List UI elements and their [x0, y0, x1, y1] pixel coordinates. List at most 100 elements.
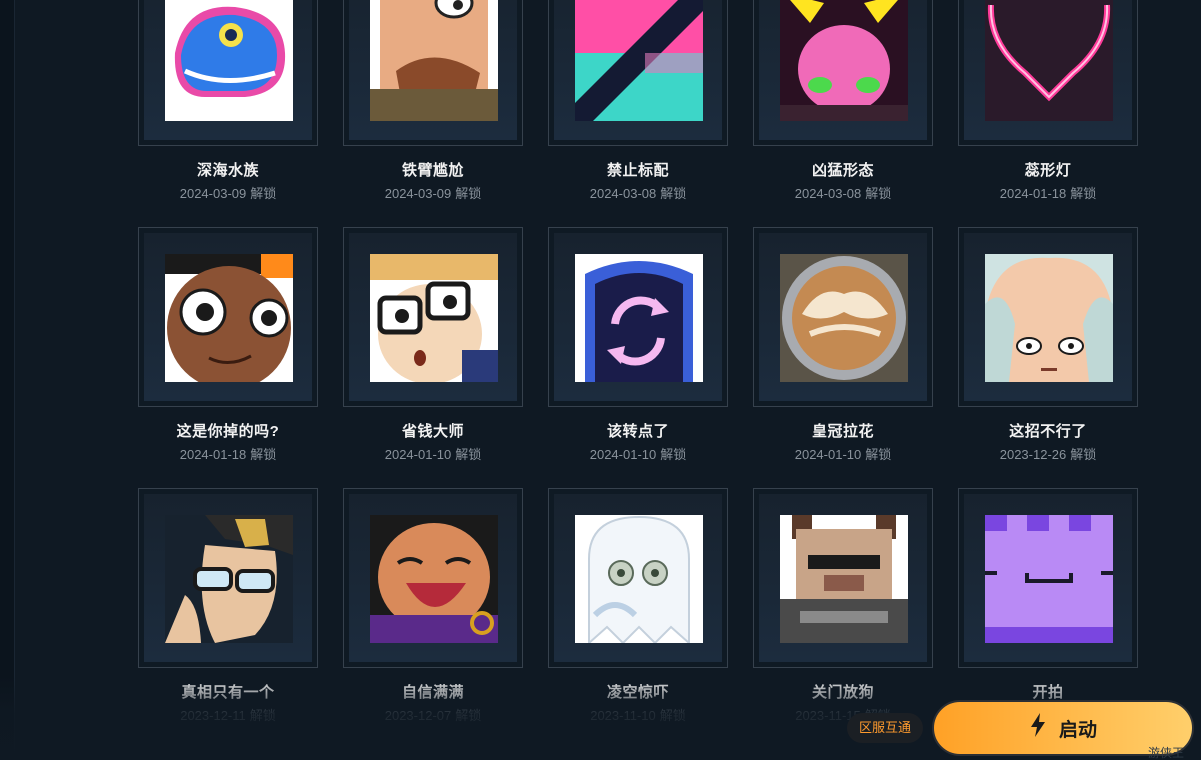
sea-creature-spray-icon [165, 0, 293, 121]
unlock-date: 2023-12-07 解锁 [343, 705, 523, 724]
unlock-date-value: 2024-01-10 [589, 447, 657, 462]
unlock-suffix: 解锁 [660, 447, 687, 462]
spray-card[interactable]: 自信满满 2023-12-07 解锁 [343, 488, 523, 728]
spray-frame [958, 0, 1138, 146]
spray-card[interactable]: 凌空惊吓 2023-11-10 解锁 [548, 488, 728, 728]
launch-button-label: 启动 [1058, 719, 1097, 741]
spray-name: 禁止标配 [606, 162, 669, 179]
spray-card[interactable]: 省钱大师 2024-01-10 解锁 [343, 227, 523, 467]
unlock-date-value: 2024-01-10 [384, 447, 452, 462]
spray-frame [958, 488, 1138, 668]
spray-card[interactable]: 深海水族 2024-03-09 解锁 [138, 0, 318, 206]
unlock-date-value: 2024-03-08 [794, 186, 862, 201]
spray-name: 真相只有一个 [181, 684, 275, 701]
unlock-suffix: 解锁 [659, 708, 686, 723]
unlock-date: 2023-12-26 解锁 [958, 444, 1138, 463]
unlock-date-value: 2024-01-18 [999, 186, 1067, 201]
fierce-slime-spray-icon [780, 0, 908, 121]
spray-card[interactable]: 皇冠拉花 2024-01-10 解锁 [753, 227, 933, 467]
bearded-agent-spray-icon [370, 0, 498, 121]
unlock-suffix: 解锁 [250, 447, 277, 462]
spray-card[interactable]: 禁止标配 2024-03-08 解锁 [548, 0, 728, 206]
unlock-suffix: 解锁 [865, 186, 892, 201]
spray-backdrop [964, 494, 1132, 662]
unlock-date: 2024-03-08 解锁 [548, 183, 728, 202]
spray-frame [343, 227, 523, 407]
detective-agent-spray-icon [165, 515, 293, 643]
rotate-sign-spray-icon [575, 254, 703, 382]
unlock-date-value: 2023-12-11 [180, 708, 246, 723]
spray-backdrop [349, 233, 517, 401]
spray-frame [138, 0, 318, 146]
spray-frame [138, 227, 318, 407]
unlock-date-value: 2024-03-09 [179, 186, 247, 201]
unlock-suffix: 解锁 [865, 447, 892, 462]
spray-card[interactable]: 这是你掉的吗? 2024-01-18 解锁 [138, 227, 318, 467]
spray-card[interactable]: 关门放狗2023-11-15解锁 [753, 488, 933, 728]
laughing-agent-spray-icon [370, 515, 498, 643]
spray-card[interactable]: 这招不行了 2023-12-26 解锁 [958, 227, 1138, 467]
spray-frame [548, 488, 728, 668]
collection-page: 深海水族 2024-03-09 解锁 铁臂尴尬 2024-03-09 解锁 禁止标配 20… [0, 0, 1201, 760]
unlock-date: 2024-01-10 解锁 [343, 444, 523, 463]
spray-name: 铁臂尴尬 [401, 162, 464, 179]
spray-frame [753, 227, 933, 407]
left-rail [0, 0, 15, 760]
spray-backdrop [964, 233, 1132, 401]
spray-card[interactable]: 蕊形灯 2024-01-18 解锁 [958, 0, 1138, 206]
spray-backdrop [759, 494, 927, 662]
unlock-suffix: 解锁 [455, 447, 482, 462]
spray-card[interactable]: 铁臂尴尬 2024-03-09 解锁 [343, 0, 523, 206]
unlock-date: 2024-03-08 解锁 [753, 183, 933, 202]
spray-name: 关门放狗 [811, 684, 874, 701]
spray-frame [138, 488, 318, 668]
spray-backdrop [964, 0, 1132, 140]
spray-card[interactable]: 真相只有一个 2023-12-11 解锁 [138, 488, 318, 728]
unlock-suffix: 解锁 [455, 186, 482, 201]
unlock-date: 2024-01-18 解锁 [138, 444, 318, 463]
spray-backdrop [144, 233, 312, 401]
unlock-date: 2023-12-11 解锁 [138, 705, 318, 724]
unlock-date: 2023-11-10 解锁 [548, 705, 728, 724]
region-badge: 区服互通 [847, 713, 924, 743]
spray-backdrop [349, 494, 517, 662]
worried-agent-spray-icon [985, 254, 1113, 382]
unlock-suffix: 解锁 [660, 186, 687, 201]
spray-backdrop [759, 233, 927, 401]
spray-name: 深海水族 [196, 162, 259, 179]
spray-frame [548, 0, 728, 146]
spray-frame [343, 488, 523, 668]
unlock-suffix: 解锁 [1070, 447, 1097, 462]
spray-backdrop [554, 0, 722, 140]
spray-name: 自信满满 [401, 684, 464, 701]
unlock-suffix: 解锁 [455, 708, 482, 723]
unlock-date-value: 2024-01-10 [794, 447, 862, 462]
spray-frame [753, 0, 933, 146]
pixel-dog-spray-icon [780, 515, 908, 643]
unlock-date-value: 2024-03-09 [384, 186, 452, 201]
unlock-date-value: 2024-01-18 [179, 447, 247, 462]
unlock-date: 2024-01-10 解锁 [548, 444, 728, 463]
spray-name: 凶猛形态 [811, 162, 874, 179]
unlock-date: 2024-01-18 解锁 [958, 183, 1138, 202]
spray-card[interactable]: 开拍 [958, 488, 1138, 728]
spray-card[interactable]: 该转点了 2024-01-10 解锁 [548, 227, 728, 467]
watermark: 游侠王 [1148, 746, 1185, 760]
spray-backdrop [554, 233, 722, 401]
spray-card[interactable]: 凶猛形态 2024-03-08 解锁 [753, 0, 933, 206]
spray-frame [343, 0, 523, 146]
curious-kid-spray-icon [165, 254, 293, 382]
unlock-suffix: 解锁 [1070, 186, 1097, 201]
unlock-date-value: 2023-12-26 [999, 447, 1067, 462]
unlock-date: 2024-03-09 解锁 [138, 183, 318, 202]
spray-name: 省钱大师 [401, 423, 464, 440]
spray-name: 开拍 [1032, 684, 1064, 701]
unlock-date: 2024-01-10 解锁 [753, 444, 933, 463]
spray-backdrop [349, 0, 517, 140]
unlock-date-value: 2024-03-08 [589, 186, 657, 201]
ghost-spray-icon [575, 515, 703, 643]
unlock-suffix: 解锁 [250, 186, 277, 201]
spray-name: 皇冠拉花 [811, 423, 874, 440]
unlock-date-value: 2023-12-07 [384, 708, 452, 723]
spray-backdrop [759, 0, 927, 140]
